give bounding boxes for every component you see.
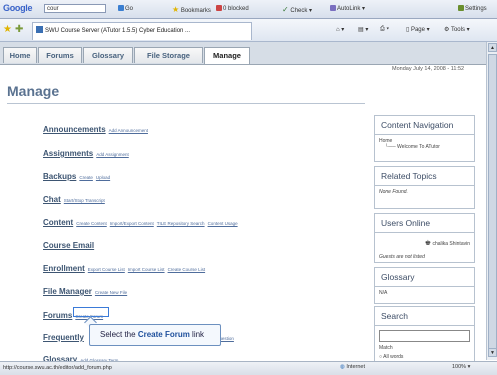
backups-link[interactable]: Backups — [43, 172, 76, 181]
tab-forums[interactable]: Forums — [38, 47, 82, 63]
home-icon[interactable]: ⌂ ▾ — [336, 26, 344, 33]
course-email-link[interactable]: Course Email — [43, 241, 94, 250]
start-stop-transcript-link[interactable]: Start/Stop Transcript — [64, 198, 105, 203]
import-export-content-link[interactable]: Import/Export Content — [110, 221, 154, 226]
search-panel-title: Search — [375, 307, 474, 326]
manage-item-backups: Backups Create Upload — [43, 166, 110, 184]
autolink-icon — [330, 5, 336, 11]
create-forum-highlight — [73, 307, 109, 317]
match-label: Match — [379, 345, 393, 351]
guests-note: Guests are not listed — [379, 254, 425, 260]
manage-item-course-email: Course Email — [43, 235, 94, 253]
status-bar: http://course.swu.ac.th/editor/add_forum… — [0, 361, 497, 375]
browser-tab[interactable]: SWU Course Server (ATutor 1.5.5) Cyber E… — [32, 22, 252, 40]
print-icon[interactable]: ⎙ ▾ — [380, 26, 389, 33]
related-topics-title: Related Topics — [375, 167, 474, 186]
favorites-star-icon[interactable]: ★ — [3, 24, 12, 35]
browser-tab-title: SWU Course Server (ATutor 1.5.5) Cyber E… — [45, 28, 191, 34]
glossary-panel-body: N/A — [379, 290, 388, 296]
related-topics-body: None Found. — [379, 189, 408, 195]
announcements-link[interactable]: Announcements — [43, 125, 106, 134]
related-topics-panel: Related Topics None Found. — [374, 166, 475, 209]
page-menu[interactable]: ▯ Page ▾ — [406, 26, 430, 33]
internet-zone: ◍ Internet — [340, 364, 365, 370]
settings-icon — [458, 5, 464, 11]
add-assignment-link[interactable]: Add Assignment — [96, 152, 129, 157]
create-new-file-link[interactable]: Create New File — [95, 290, 127, 295]
bookmarks-button[interactable]: ★ Bookmarks — [172, 5, 211, 14]
tab-glossary[interactable]: Glossary — [83, 47, 133, 63]
browser-tab-bar: ★ ✚ SWU Course Server (ATutor 1.5.5) Cyb… — [0, 19, 497, 42]
glossary-panel: Glossary N/A — [374, 267, 475, 304]
search-panel: Search Match ○ All words — [374, 306, 475, 361]
settings-button[interactable]: Settings — [458, 5, 487, 12]
content-usage-link[interactable]: Content Usage — [208, 221, 238, 226]
google-toolbar: Google cour Go ★ Bookmarks 0 blocked ✓ C… — [0, 0, 497, 19]
manage-item-chat: Chat Start/Stop Transcript — [43, 189, 105, 207]
create-course-list-link[interactable]: Create Course List — [168, 267, 206, 272]
forums-link[interactable]: Forums — [43, 311, 72, 320]
enrollment-link[interactable]: Enrollment — [43, 264, 85, 273]
zoom-level[interactable]: 100% ▾ — [452, 364, 470, 370]
upload-backup-link[interactable]: Upload — [96, 175, 110, 180]
site-navigation-tabs: Home Forums Glossary File Storage Manage — [0, 42, 486, 65]
scroll-up-icon[interactable]: ▲ — [488, 43, 497, 52]
tools-menu[interactable]: ⚙ Tools ▾ — [444, 26, 470, 33]
popup-blocked-button[interactable]: 0 blocked — [216, 5, 249, 12]
vertical-scrollbar[interactable]: ▲ ▼ — [486, 42, 497, 360]
add-announcement-link[interactable]: Add Announcement — [109, 128, 148, 133]
autolink-button[interactable]: AutoLink ▾ — [330, 5, 365, 12]
file-manager-link[interactable]: File Manager — [43, 287, 92, 296]
chat-link[interactable]: Chat — [43, 195, 61, 204]
add-favorites-icon[interactable]: ✚ — [15, 24, 23, 35]
user-status-icon: ♚ — [424, 240, 432, 247]
tab-file-storage[interactable]: File Storage — [134, 47, 203, 63]
blocked-icon — [216, 5, 222, 11]
create-content-link[interactable]: Create Content — [76, 221, 107, 226]
site-favicon-icon — [36, 26, 43, 33]
users-online-title: Users Online — [375, 214, 474, 233]
current-date: Monday July 14, 2008 - 11:52 — [392, 66, 465, 72]
tab-manage[interactable]: Manage — [204, 47, 250, 64]
online-user[interactable]: ♚ chalika Shintavin — [375, 233, 474, 250]
content-link[interactable]: Content — [43, 218, 73, 227]
page-title: Manage — [7, 83, 60, 99]
sidebar-search-input[interactable] — [379, 330, 470, 342]
feeds-icon[interactable]: ▤ ▾ — [358, 26, 368, 33]
scroll-down-icon[interactable]: ▼ — [488, 348, 497, 357]
status-url: http://course.swu.ac.th/editor/add_forum… — [3, 365, 112, 371]
google-search-input[interactable]: cour — [44, 4, 106, 13]
tab-home[interactable]: Home — [3, 47, 37, 63]
content-nav-welcome-link[interactable]: └── Welcome To ATutor — [379, 144, 470, 150]
google-go-button[interactable]: Go — [118, 5, 133, 12]
manage-item-enrollment: Enrollment Export Course List Import Cours… — [43, 258, 205, 276]
assignments-link[interactable]: Assignments — [43, 149, 93, 158]
import-course-list-link[interactable]: Import Course List — [128, 267, 165, 272]
globe-icon: ◍ — [340, 364, 345, 370]
manage-item-assignments: Assignments Add Assignment — [43, 143, 129, 161]
manage-item-file-manager: File Manager Create New File — [43, 281, 127, 299]
google-logo: Google — [3, 3, 33, 13]
check-icon: ✓ — [282, 5, 289, 14]
scroll-thumb[interactable] — [488, 54, 497, 354]
content-navigation-title: Content Navigation — [375, 116, 474, 135]
glossary-panel-title: Glossary — [375, 268, 474, 287]
users-online-panel: Users Online ♚ chalika Shintavin Guests … — [374, 213, 475, 263]
spell-check-button[interactable]: ✓ Check ▾ — [282, 5, 312, 14]
export-course-list-link[interactable]: Export Course List — [88, 267, 125, 272]
manage-item-content: Content Create Content Import/Export Conte… — [43, 212, 238, 230]
manage-item-announcements: Announcements Add Announcement — [43, 119, 148, 137]
frequently-asked-link[interactable]: Frequently — [43, 333, 84, 342]
tile-repository-search-link[interactable]: TILE Repository Search — [157, 221, 205, 226]
create-backup-link[interactable]: Create — [79, 175, 93, 180]
go-icon — [118, 5, 124, 11]
instruction-callout: Select the Create Forum link — [89, 324, 221, 346]
content-navigation-panel: Content Navigation Home └── Welcome To A… — [374, 115, 475, 162]
title-divider — [7, 103, 365, 104]
star-icon: ★ — [172, 5, 180, 14]
